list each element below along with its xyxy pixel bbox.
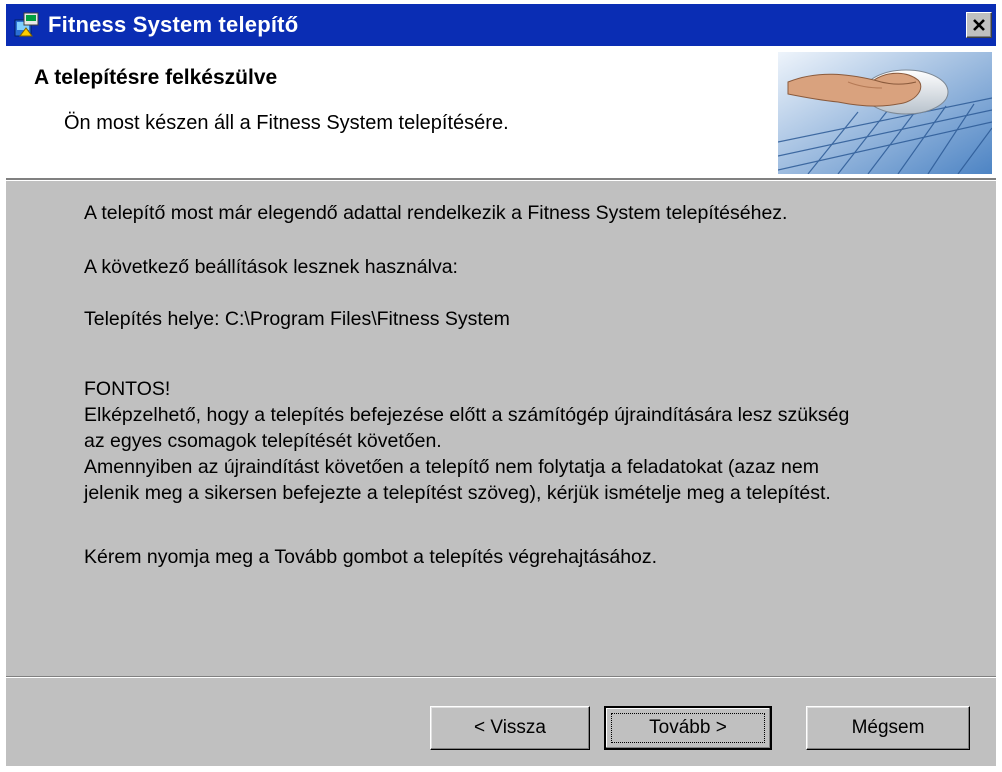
installer-icon [12,10,42,40]
important-line-2: az egyes csomagok telepítését követően. [84,430,442,452]
footer-divider [6,676,996,678]
info-line-1: A telepítő most már elegendő adattal ren… [84,202,788,224]
back-button-label: < Vissza [474,717,546,738]
important-line-3: Amennyiben az újraindítást követően a te… [84,456,819,478]
page-subtitle: Ön most készen áll a Fitness System tele… [64,112,509,134]
title-bar[interactable]: Fitness System telepítő [6,4,996,46]
header-panel: A telepítésre felkészülve Ön most készen… [6,46,996,178]
window-title: Fitness System telepítő [48,12,299,37]
important-line-4: jelenik meg a sikersen befejezte a telep… [84,482,831,504]
close-icon [973,19,985,31]
next-button[interactable]: Tovább > [604,706,772,750]
info-line-2: A következő beállítások lesznek használv… [84,256,458,278]
cancel-button-label: Mégsem [851,717,925,738]
instruction-line: Kérem nyomja meg a Tovább gombot a telep… [84,546,658,568]
installer-window: Fitness System telepítő A telepítésre fe… [6,4,996,766]
cancel-button[interactable]: Mégsem [806,706,970,750]
install-location: Telepítés helye: C:\Program Files\Fitnes… [84,308,510,330]
back-button[interactable]: < Vissza [430,706,590,750]
next-button-label: Tovább > [611,713,765,743]
header-divider [6,178,996,181]
hand-on-mouse-keyboard-graphic [778,52,992,174]
close-button[interactable] [966,12,992,38]
page-title: A telepítésre felkészülve [34,66,278,89]
important-heading: FONTOS! [84,378,171,400]
important-line-1: Elképzelhető, hogy a telepítés befejezés… [84,404,850,426]
